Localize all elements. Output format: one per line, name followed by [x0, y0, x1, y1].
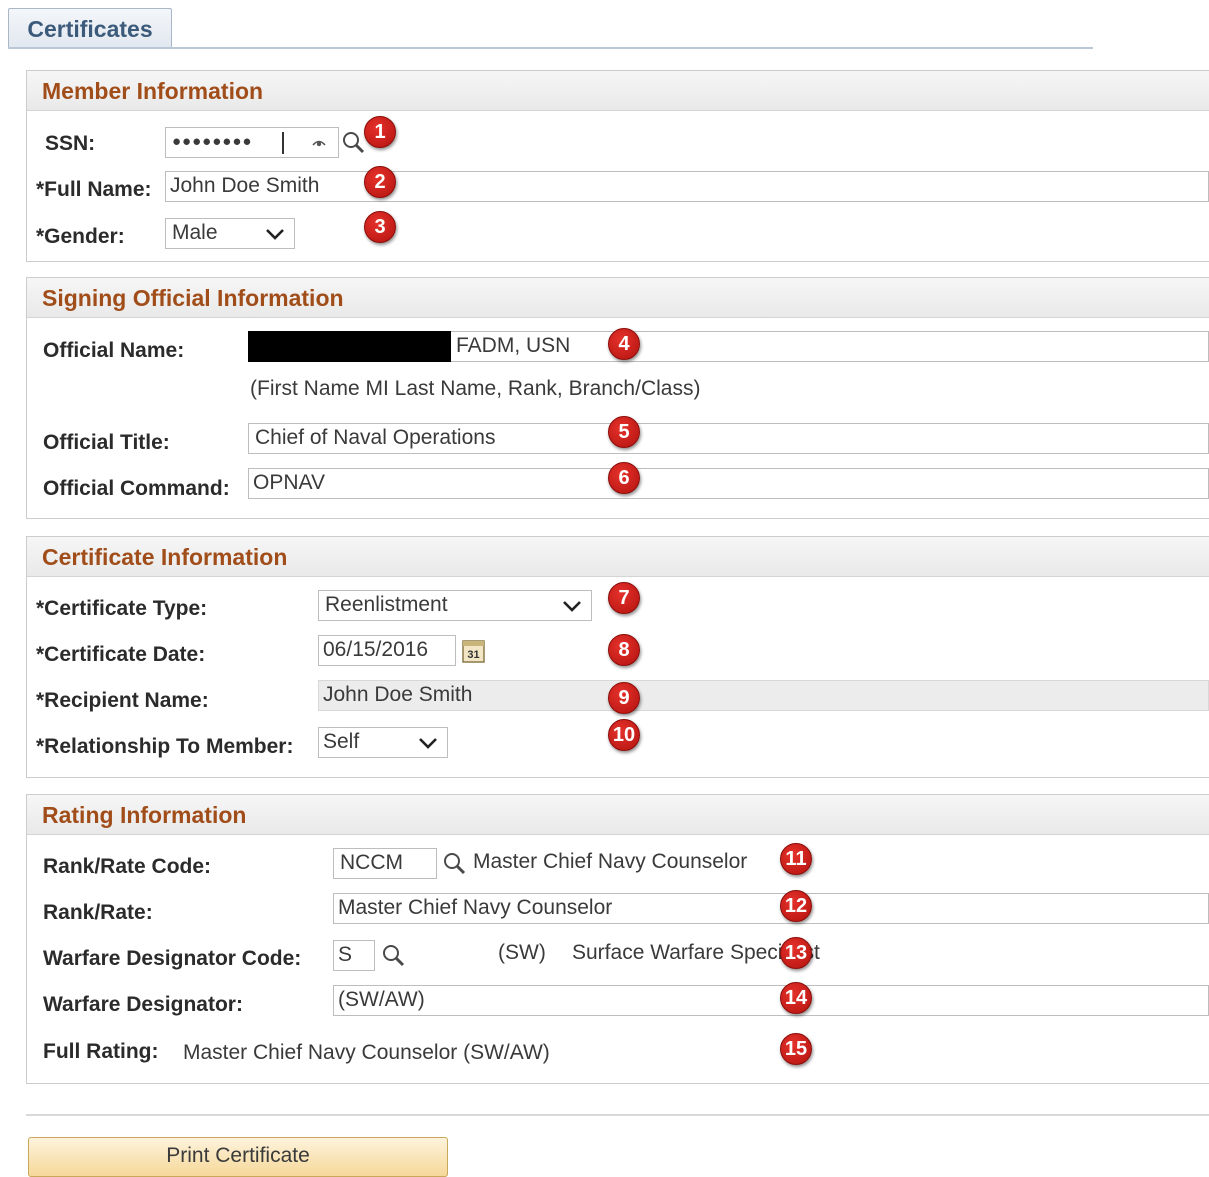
- rank-rate-code-description: Master Chief Navy Counselor: [473, 850, 748, 873]
- tab-underline: [8, 47, 1093, 49]
- callout-badge-12: 12: [780, 890, 812, 922]
- rank-rate-lookup-icon[interactable]: [441, 850, 467, 876]
- callout-badge-6: 6: [608, 462, 640, 494]
- warfare-designator-lookup-icon[interactable]: [380, 942, 406, 968]
- gender-label: *Gender:: [36, 225, 125, 248]
- warfare-designator-label: Warfare Designator:: [43, 993, 243, 1016]
- chevron-down-icon: [266, 229, 284, 240]
- chevron-down-icon: [419, 738, 437, 749]
- signing-official-header: Signing Official Information: [27, 278, 1209, 318]
- callout-badge-8: 8: [608, 634, 640, 666]
- full-name-input[interactable]: John Doe Smith: [165, 171, 1209, 202]
- callout-badge-9: 9: [608, 682, 640, 714]
- ssn-lookup-icon[interactable]: [340, 129, 366, 155]
- chevron-down-icon: [563, 601, 581, 612]
- callout-badge-2: 2: [364, 166, 396, 198]
- certificate-type-label: *Certificate Type:: [36, 597, 208, 620]
- full-rating-label: Full Rating:: [43, 1040, 159, 1063]
- relationship-label: *Relationship To Member:: [36, 735, 294, 758]
- redaction-bar: [248, 331, 451, 362]
- warfare-designator-code-input[interactable]: S: [333, 940, 375, 971]
- official-title-label: Official Title:: [43, 431, 170, 454]
- text-cursor: [282, 132, 284, 154]
- rank-rate-code-input[interactable]: NCCM: [333, 848, 437, 879]
- full-rating-value: Master Chief Navy Counselor (SW/AW): [183, 1041, 550, 1064]
- full-name-label: *Full Name:: [36, 178, 152, 201]
- callout-badge-14: 14: [780, 982, 812, 1014]
- official-command-input[interactable]: OPNAV: [248, 468, 1209, 499]
- divider: [26, 1114, 1209, 1116]
- callout-badge-1: 1: [364, 116, 396, 148]
- warfare-designator-input[interactable]: (SW/AW): [333, 985, 1209, 1016]
- rank-rate-label: Rank/Rate:: [43, 901, 153, 924]
- callout-badge-13: 13: [780, 937, 812, 969]
- ssn-value: ●●●●●●●●: [172, 133, 253, 150]
- certificate-date-input[interactable]: 06/15/2016: [318, 635, 456, 666]
- callout-badge-15: 15: [780, 1033, 812, 1065]
- official-title-input[interactable]: Chief of Naval Operations: [248, 423, 1209, 454]
- certificate-information-header: Certificate Information: [27, 537, 1209, 577]
- official-command-label: Official Command:: [43, 477, 230, 500]
- relationship-value: Self: [323, 730, 360, 753]
- official-name-value: FADM, USN: [456, 334, 571, 357]
- official-name-label: Official Name:: [43, 339, 185, 362]
- certificate-type-value: Reenlistment: [325, 593, 448, 616]
- svg-text:31: 31: [467, 649, 479, 661]
- callout-badge-5: 5: [608, 416, 640, 448]
- warfare-designator-abbreviation: (SW): [498, 941, 546, 964]
- official-name-hint: (First Name MI Last Name, Rank, Branch/C…: [250, 377, 701, 400]
- recipient-name-field: John Doe Smith: [318, 680, 1209, 711]
- callout-badge-7: 7: [608, 582, 640, 614]
- certificate-type-select[interactable]: Reenlistment: [318, 590, 592, 621]
- callout-badge-10: 10: [608, 719, 640, 751]
- certificate-date-label: *Certificate Date:: [36, 643, 206, 666]
- warfare-designator-code-label: Warfare Designator Code:: [43, 947, 302, 970]
- print-certificate-button[interactable]: Print Certificate: [28, 1137, 448, 1177]
- callout-badge-3: 3: [364, 211, 396, 243]
- calendar-icon[interactable]: 31: [461, 638, 487, 664]
- ssn-input[interactable]: ●●●●●●●●: [165, 127, 339, 158]
- gender-value: Male: [172, 221, 218, 244]
- callout-badge-4: 4: [608, 328, 640, 360]
- gender-select[interactable]: Male: [165, 218, 295, 249]
- rank-rate-input[interactable]: Master Chief Navy Counselor: [333, 893, 1209, 924]
- member-information-header: Member Information: [27, 71, 1209, 111]
- relationship-select[interactable]: Self: [318, 727, 448, 758]
- tab-certificates[interactable]: Certificates: [8, 8, 172, 48]
- rank-rate-code-label: Rank/Rate Code:: [43, 855, 212, 878]
- rating-information-header: Rating Information: [27, 795, 1209, 835]
- ssn-label: SSN:: [45, 132, 96, 155]
- recipient-name-label: *Recipient Name:: [36, 689, 209, 712]
- callout-badge-11: 11: [780, 843, 812, 875]
- show-password-icon[interactable]: [310, 134, 328, 152]
